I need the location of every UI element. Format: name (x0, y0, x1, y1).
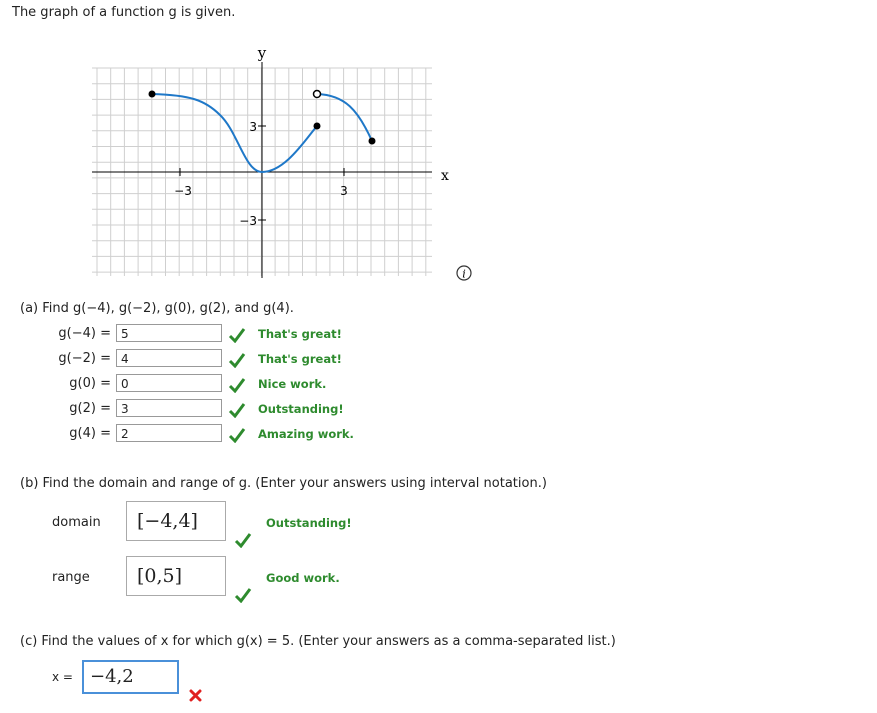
x-tick-3: 3 (340, 184, 348, 198)
range-input[interactable]: [0,5] (126, 556, 226, 596)
g-row-feedback: That's great! (258, 352, 342, 366)
g-row-label: g(−4) = (58, 326, 111, 341)
part-a-prompt: (a) Find g(−4), g(−2), g(0), g(2), and g… (20, 301, 294, 316)
function-graph: y x −3 3 3 −3 i (92, 44, 472, 281)
closed-point-right (368, 137, 376, 145)
closed-point-left (148, 90, 156, 98)
check-icon (228, 378, 246, 393)
domain-label: domain (52, 515, 101, 530)
range-feedback: Good work. (266, 571, 340, 585)
x-axis-label: x (441, 168, 449, 184)
part-c-prompt: (c) Find the values of x for which g(x) … (20, 634, 616, 649)
g-row-label: g(4) = (69, 426, 111, 441)
check-icon (228, 428, 246, 443)
g-row-feedback: That's great! (258, 327, 342, 341)
domain-input[interactable]: [−4,4] (126, 501, 226, 541)
part-b-prompt: (b) Find the domain and range of g. (Ent… (20, 476, 547, 491)
check-icon (228, 403, 246, 418)
open-point (312, 89, 322, 99)
domain-feedback: Outstanding! (266, 516, 352, 530)
g-row-feedback: Outstanding! (258, 402, 344, 416)
x-values-input[interactable]: −4,2 (82, 660, 179, 694)
g-value-input[interactable]: 3 (116, 399, 222, 417)
g-row-feedback: Nice work. (258, 377, 327, 391)
wrong-x-icon (189, 689, 202, 702)
g-value-input[interactable]: 0 (116, 374, 222, 392)
y-tick-neg3: −3 (239, 214, 257, 228)
range-label: range (52, 570, 90, 585)
y-axis-label: y (257, 44, 267, 62)
closed-point-mid (313, 122, 321, 130)
g-value-input[interactable]: 5 (116, 324, 222, 342)
range-check-icon (234, 588, 252, 603)
function-curve-right (316, 93, 373, 142)
info-icon-glyph: i (462, 268, 466, 281)
g-value-input[interactable]: 4 (116, 349, 222, 367)
check-icon (228, 353, 246, 368)
y-tick-3: 3 (249, 120, 257, 134)
g-row-label: g(2) = (69, 401, 111, 416)
x-tick-neg3: −3 (174, 184, 192, 198)
domain-check-icon (234, 533, 252, 548)
g-row-label: g(0) = (69, 376, 111, 391)
g-value-input[interactable]: 2 (116, 424, 222, 442)
g-row-label: g(−2) = (58, 351, 111, 366)
check-icon (228, 328, 246, 343)
g-row-feedback: Amazing work. (258, 427, 354, 441)
x-label: x = (52, 670, 73, 684)
